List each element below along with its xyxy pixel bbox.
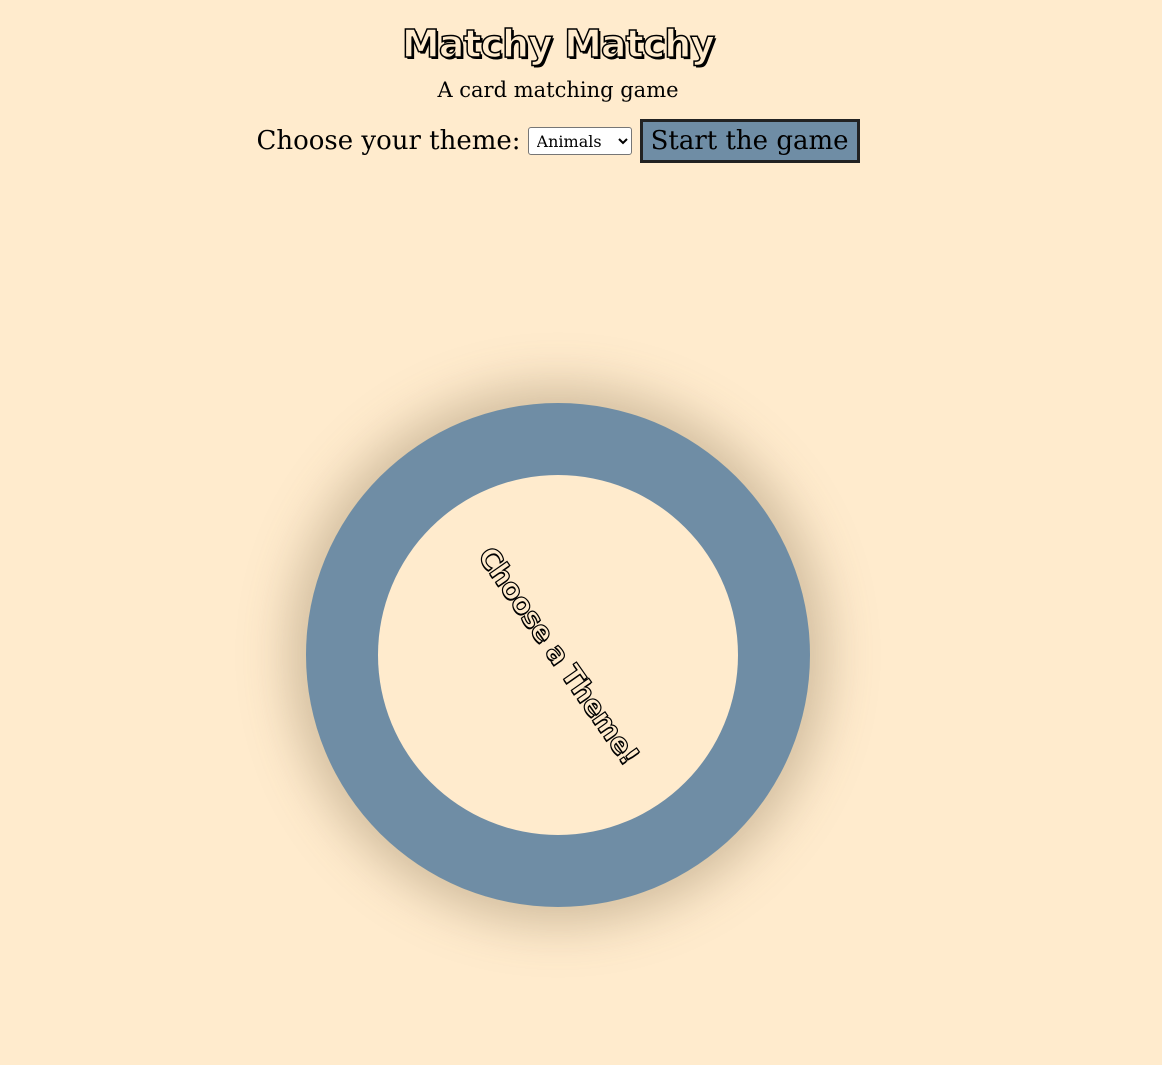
ring-center: Choose a Theme!	[378, 475, 738, 835]
theme-ring: Choose a Theme!	[306, 403, 810, 907]
choose-theme-prompt: Choose a Theme!	[470, 540, 646, 771]
theme-label: Choose your theme:	[256, 126, 521, 156]
theme-controls: Choose your theme: Animals Start the gam…	[0, 119, 1116, 163]
start-game-button[interactable]: Start the game	[639, 119, 860, 163]
page-title: Matchy Matchy	[401, 21, 716, 67]
theme-select[interactable]: Animals	[527, 127, 632, 155]
page-subtitle: A card matching game	[437, 78, 679, 102]
